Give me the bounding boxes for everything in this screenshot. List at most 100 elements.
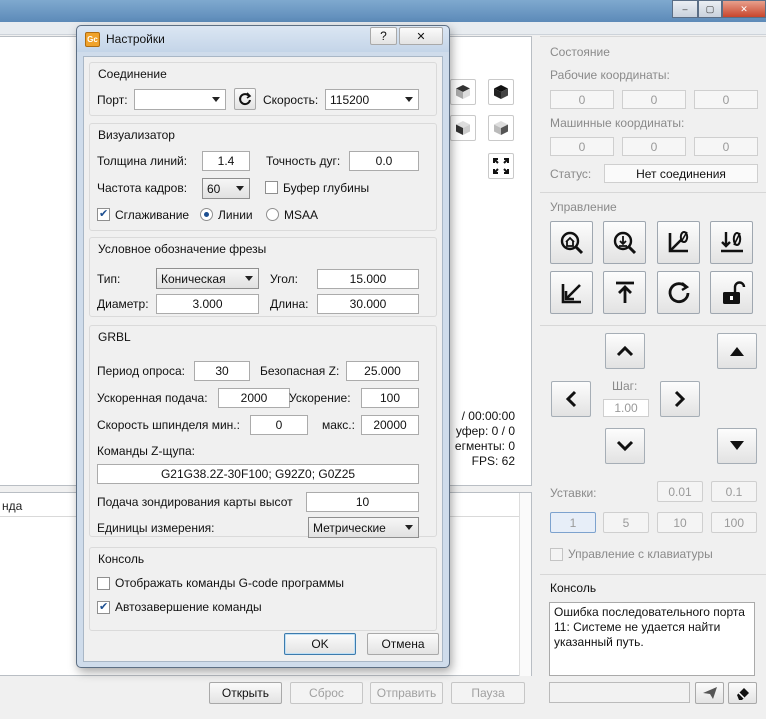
table-header-command: нда	[2, 499, 23, 513]
preset-0-1[interactable]: 0.1	[711, 481, 757, 502]
info-buffer: уфер: 0 / 0	[455, 424, 515, 438]
app-icon: Gc	[85, 32, 100, 47]
cancel-button[interactable]: Отмена	[367, 633, 439, 655]
machine-coords-label: Машинные координаты:	[550, 116, 685, 130]
pause-button[interactable]: Пауза	[451, 682, 525, 704]
autocomplete-checkbox[interactable]	[97, 600, 110, 614]
smoothing-checkbox[interactable]	[97, 207, 110, 221]
open-button[interactable]: Открыть	[209, 682, 282, 704]
keyboard-control-checkbox[interactable]	[550, 548, 563, 561]
port-select[interactable]	[134, 89, 226, 110]
minimize-button[interactable]: –	[672, 0, 698, 18]
angle-input[interactable]: 15.000	[317, 269, 419, 289]
preset-5[interactable]: 5	[603, 512, 649, 533]
preset-0-01[interactable]: 0.01	[657, 481, 703, 502]
view-front-icon[interactable]	[450, 115, 476, 141]
probe-commands-label: Команды Z-щупа:	[97, 444, 196, 458]
console-output[interactable]: Ошибка последовательного порта 11: Систе…	[549, 602, 755, 676]
rapid-label: Ускоренная подача:	[97, 391, 208, 405]
connection-group: Соединение Порт: Скорость: 115200	[89, 62, 437, 116]
probe-commands-input[interactable]: G21G38.2Z-30F100; G92Z0; G0Z25	[97, 464, 419, 484]
reset-icon	[668, 281, 689, 303]
heightmap-feed-input[interactable]: 10	[306, 492, 419, 512]
chevron-right-icon	[674, 390, 686, 408]
preset-10[interactable]: 10	[657, 512, 703, 533]
spindle-min-input[interactable]: 0	[250, 415, 308, 435]
send-button[interactable]: Отправить	[370, 682, 443, 704]
home-button[interactable]	[550, 221, 593, 264]
probe-icon	[613, 231, 636, 254]
length-input[interactable]: 30.000	[317, 294, 419, 314]
accel-input[interactable]: 100	[361, 388, 419, 408]
tool-type-value: Коническая	[161, 271, 226, 286]
console-command-input[interactable]	[549, 682, 690, 703]
close-window-button[interactable]: ✕	[722, 0, 766, 18]
line-width-input[interactable]: 1.4	[202, 151, 250, 171]
chevron-up-icon	[616, 345, 634, 357]
angle-label: Угол:	[270, 272, 298, 286]
fps-select[interactable]: 60	[202, 178, 250, 199]
send-command-button[interactable]	[695, 682, 724, 704]
state-title: Состояние	[550, 45, 610, 59]
home-icon	[560, 231, 583, 254]
step-input[interactable]: 1.00	[603, 399, 649, 417]
zero-xy-icon	[668, 230, 688, 252]
view-left-icon[interactable]	[488, 115, 514, 141]
speed-select[interactable]: 115200	[325, 89, 419, 110]
table-scrollbar[interactable]	[519, 493, 531, 676]
tool-title: Условное обозначение фрезы	[98, 242, 267, 256]
jog-y-plus-button[interactable]	[605, 333, 645, 369]
jog-x-minus-button[interactable]	[551, 381, 591, 417]
status-badge: Нет соединения	[604, 164, 758, 183]
info-time: / 00:00:00	[461, 409, 515, 423]
help-button[interactable]: ?	[370, 27, 397, 45]
show-gcode-checkbox[interactable]	[97, 577, 110, 590]
status-label: Статус:	[550, 167, 592, 181]
jog-x-plus-button[interactable]	[660, 381, 700, 417]
refresh-ports-button[interactable]	[234, 88, 256, 110]
console-settings-group: Консоль Отображать команды G-code програ…	[89, 547, 437, 631]
console-title: Консоль	[550, 581, 597, 595]
console-line: 11: Системе не удается найти	[554, 620, 721, 634]
unlock-button[interactable]	[710, 271, 753, 314]
preset-1[interactable]: 1	[550, 512, 596, 533]
depth-buffer-checkbox[interactable]	[265, 181, 278, 194]
ok-button[interactable]: OK	[284, 633, 356, 655]
jog-z-plus-button[interactable]	[717, 333, 757, 369]
control-title: Управление	[550, 200, 617, 214]
msaa-radio[interactable]	[266, 208, 279, 221]
jog-z-minus-button[interactable]	[717, 428, 757, 464]
tool-type-select[interactable]: Коническая	[156, 268, 259, 289]
reset-controller-button[interactable]	[657, 271, 700, 314]
safe-z-label: Безопасная Z:	[260, 364, 340, 378]
preset-100[interactable]: 100	[711, 512, 757, 533]
lines-radio[interactable]	[200, 208, 213, 221]
poll-input[interactable]: 30	[194, 361, 250, 381]
console-line: Ошибка последовательного порта	[554, 605, 745, 619]
clear-console-button[interactable]	[728, 682, 757, 704]
machine-z: 0	[694, 137, 758, 156]
maximize-button[interactable]: ▢	[698, 0, 722, 18]
fit-view-icon[interactable]	[488, 153, 514, 179]
probe-button[interactable]	[603, 221, 646, 264]
rapid-input[interactable]: 2000	[218, 388, 290, 408]
grbl-title: GRBL	[98, 330, 131, 344]
safe-position-button[interactable]	[603, 271, 646, 314]
restore-origin-button[interactable]	[550, 271, 593, 314]
port-label: Порт:	[97, 93, 128, 107]
jog-y-minus-button[interactable]	[605, 428, 645, 464]
safe-z-input[interactable]: 25.000	[346, 361, 419, 381]
view-iso-icon[interactable]	[450, 79, 476, 105]
zero-z-button[interactable]	[710, 221, 753, 264]
settings-dialog: Gc Настройки ? ✕ Соединение Порт: Скорос…	[76, 25, 450, 668]
spindle-max-input[interactable]: 20000	[361, 415, 419, 435]
zero-xy-button[interactable]	[657, 221, 700, 264]
view-top-icon[interactable]	[488, 79, 514, 105]
reset-button[interactable]: Сброс	[290, 682, 363, 704]
fps-value: 60	[207, 181, 221, 196]
arc-precision-input[interactable]: 0.0	[349, 151, 419, 171]
poll-label: Период опроса:	[97, 364, 185, 378]
units-select[interactable]: Метрические	[308, 517, 419, 538]
dialog-close-button[interactable]: ✕	[399, 27, 443, 45]
diameter-input[interactable]: 3.000	[156, 294, 259, 314]
